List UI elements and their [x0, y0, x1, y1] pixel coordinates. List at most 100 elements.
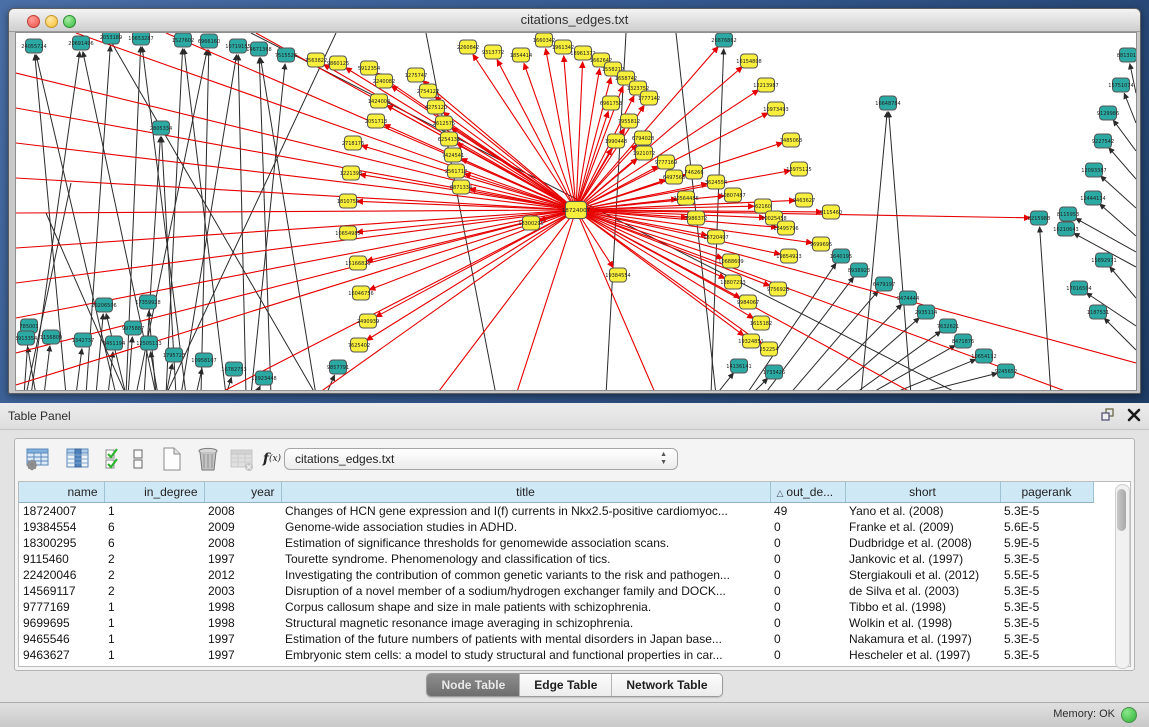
column-header-outde[interactable]: △out_de... [770, 482, 845, 503]
network-node[interactable]: 9227542 [1092, 134, 1114, 148]
network-node[interactable]: 8215988 [1028, 211, 1050, 225]
network-node[interactable]: 7986372 [685, 211, 707, 225]
network-node[interactable]: 7563822 [305, 53, 327, 67]
table-cell[interactable]: 9777169 [19, 599, 104, 615]
network-node[interactable]: 746266 [684, 165, 703, 179]
tab-node-table[interactable]: Node Table [427, 674, 520, 696]
network-node[interactable]: 24055724 [21, 39, 46, 53]
network-node[interactable]: 20206506 [91, 298, 116, 312]
table-cell[interactable]: 5.5E-5 [1000, 567, 1093, 583]
network-node[interactable]: 10654985 [335, 226, 360, 240]
table-cell[interactable]: Genome-wide association studies in ADHD. [281, 519, 770, 535]
table-cell[interactable]: 5.3E-5 [1000, 551, 1093, 567]
table-cell[interactable]: 2 [104, 551, 204, 567]
table-cell[interactable]: 1 [104, 503, 204, 520]
network-node[interactable]: 17016504 [1066, 281, 1091, 295]
table-row[interactable]: 1938455462009Genome-wide association stu… [19, 519, 1093, 535]
network-node[interactable]: 7515526 [275, 48, 297, 62]
network-view[interactable]: 2405572420691406205318910653287152760269… [15, 32, 1137, 391]
network-node[interactable]: 10653287 [128, 33, 153, 45]
table-cell[interactable]: 5.6E-5 [1000, 519, 1093, 535]
network-edge[interactable] [1110, 267, 1136, 298]
float-window-icon[interactable] [1099, 407, 1115, 423]
table-cell[interactable]: 6 [104, 535, 204, 551]
column-header-pagerank[interactable]: pagerank [1000, 482, 1093, 503]
table-row[interactable]: 969969511998Structural magnetic resonanc… [19, 615, 1093, 631]
network-node[interactable]: 18807293 [720, 275, 745, 289]
table-cell[interactable]: 1 [104, 599, 204, 615]
network-edge[interactable] [16, 210, 576, 213]
table-row[interactable]: 1830029562008Estimation of significance … [19, 535, 1093, 551]
network-node[interactable]: 16154808 [736, 54, 761, 68]
network-node[interactable]: 12093387 [1081, 163, 1106, 177]
network-node[interactable]: 6497568 [663, 170, 685, 184]
network-node[interactable]: 7485063 [780, 133, 802, 147]
network-edge[interactable] [256, 386, 260, 391]
table-cell[interactable]: 5.3E-5 [1000, 647, 1093, 663]
network-edge[interactable] [576, 210, 744, 336]
table-settings-icon[interactable] [23, 445, 53, 473]
table-cell[interactable]: 14569117 [19, 583, 104, 599]
network-node[interactable]: 19384554 [605, 268, 630, 282]
network-node[interactable]: 6961758 [600, 96, 622, 110]
network-edge[interactable] [831, 318, 919, 391]
network-node[interactable]: 6254131 [438, 132, 460, 146]
network-edge[interactable] [259, 58, 271, 391]
table-row[interactable]: 1456911722003Disruption of a novel membe… [19, 583, 1093, 599]
table-cell[interactable]: 0 [770, 631, 845, 647]
table-cell[interactable]: Investigating the contribution of common… [281, 567, 770, 583]
table-cell[interactable]: 2 [104, 567, 204, 583]
network-edge[interactable] [1040, 227, 1051, 391]
table-cell[interactable]: Hescheler et al. (1997) [845, 647, 1000, 663]
network-node[interactable]: 9463627 [793, 193, 815, 207]
network-edge[interactable] [711, 49, 724, 391]
table-cell[interactable]: 6 [104, 519, 204, 535]
network-node[interactable]: 3624554 [705, 175, 727, 189]
network-node[interactable]: 1795723 [163, 348, 185, 362]
network-node[interactable]: 9313772 [482, 45, 504, 59]
network-edge[interactable] [251, 64, 285, 391]
table-cell[interactable]: 49 [770, 503, 845, 520]
network-edge[interactable] [76, 349, 82, 391]
network-node[interactable]: 9860125 [327, 56, 349, 70]
column-header-name[interactable]: name [19, 482, 104, 503]
network-node[interactable]: 6794028 [632, 131, 654, 145]
table-cell[interactable]: 22420046 [19, 567, 104, 583]
table-cell[interactable]: Stergiakouli et al. (2012) [845, 567, 1000, 583]
table-cell[interactable]: 1 [104, 647, 204, 663]
network-node[interactable]: 1527602 [172, 33, 194, 47]
network-edge[interactable] [576, 210, 740, 298]
table-cell[interactable]: 1997 [204, 551, 281, 567]
network-node[interactable]: 2935114 [915, 305, 937, 319]
table-cell[interactable]: 5.3E-5 [1000, 583, 1093, 599]
table-cell[interactable]: Yano et al. (2008) [845, 503, 1000, 520]
network-node[interactable]: 7625402 [348, 338, 370, 352]
network-node[interactable]: 7632621 [937, 319, 959, 333]
table-cell[interactable]: 0 [770, 567, 845, 583]
table-cell[interactable]: 18300295 [19, 535, 104, 551]
table-cell[interactable]: 5.3E-5 [1000, 631, 1093, 647]
table-cell[interactable]: Dudbridge et al. (2008) [845, 535, 1000, 551]
network-node[interactable]: 9115460 [820, 205, 842, 219]
network-node[interactable]: 16648784 [875, 96, 900, 110]
network-edge[interactable] [166, 49, 183, 391]
network-node[interactable]: 9756928 [767, 282, 789, 296]
network-node[interactable]: 9699695 [810, 237, 832, 251]
network-node[interactable]: 15751074 [1108, 78, 1133, 92]
table-row[interactable]: 2242004622012Investigating the contribut… [19, 567, 1093, 583]
network-edge[interactable] [1109, 148, 1136, 179]
network-window[interactable]: citations_edges.txt 24055724206914062053… [8, 8, 1141, 394]
network-node[interactable]: 10958107 [191, 353, 216, 367]
network-node[interactable]: 16046756 [348, 286, 373, 300]
network-edge[interactable] [362, 146, 576, 210]
node-table[interactable]: namein_degreeyeartitle△out_de...shortpag… [18, 481, 1131, 667]
table-cell[interactable]: 0 [770, 519, 845, 535]
table-cell[interactable]: 9115460 [19, 551, 104, 567]
network-node[interactable]: 8813014 [1117, 48, 1136, 62]
network-node[interactable]: 9777169 [655, 155, 677, 169]
table-cell[interactable]: 9465546 [19, 631, 104, 647]
table-cell[interactable]: de Silva et al. (2003) [845, 583, 1000, 599]
network-node[interactable]: 18300295 [518, 216, 543, 230]
table-cell[interactable]: Tourette syndrome. Phenomenology and cla… [281, 551, 770, 567]
table-cell[interactable]: Corpus callosum shape and size in male p… [281, 599, 770, 615]
